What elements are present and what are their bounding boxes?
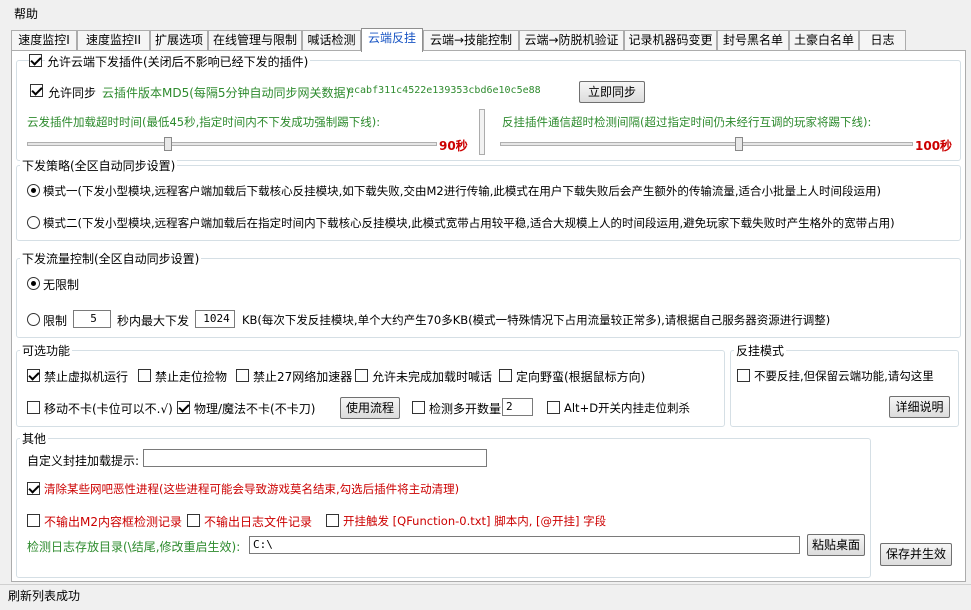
tab-cloud-anticheat[interactable]: 云端反挂 xyxy=(361,28,423,52)
slider-separator xyxy=(479,109,485,155)
comm-timeout-label: 反挂插件通信超时检测间隔(超过指定时间仍未经行互调的玩家将踢下线): xyxy=(502,115,872,129)
no-m2-log-label: 不输出M2内容框检测记录 xyxy=(44,515,182,529)
kb-input[interactable]: 1024 xyxy=(195,310,235,328)
mode2-radio[interactable] xyxy=(27,216,40,229)
tab-shout-detection[interactable]: 喊话检测 xyxy=(302,30,361,51)
no-anti-checkbox[interactable] xyxy=(737,369,750,382)
custom-prompt-input[interactable] xyxy=(143,449,487,467)
allow-sync-label: 允许同步 xyxy=(48,86,97,100)
allow-shout-label: 允许未完成加载时喊话 xyxy=(372,370,493,384)
limit-radio[interactable] xyxy=(27,313,40,326)
log-dir-label: 检测日志存放目录(\结尾,修改重启生效): xyxy=(27,540,241,554)
directed-barbarian-checkbox[interactable] xyxy=(499,369,512,382)
tab-strip: 速度监控I 速度监控II 扩展选项 在线管理与限制 喊话检测 云端反挂 云端→技… xyxy=(11,28,966,52)
directed-barbarian-label: 定向野蛮(根据鼠标方向) xyxy=(516,370,646,384)
limit-label: 限制 xyxy=(43,314,68,328)
other-title: 其他 xyxy=(20,430,49,447)
unlimited-label: 无限制 xyxy=(43,278,80,292)
kb-note: KB(每次下发反挂模块,单个大约产生70多KB(模式一特殊情况下占用流量较正常多… xyxy=(242,313,831,327)
optional-title: 可选功能 xyxy=(20,342,73,359)
tab-cloud-skill-control[interactable]: 云端→技能控制 xyxy=(423,30,519,51)
tab-ban-blacklist[interactable]: 封号黑名单 xyxy=(717,30,789,51)
tab-vip-whitelist[interactable]: 土豪白名单 xyxy=(789,30,859,51)
clear-process-checkbox[interactable] xyxy=(27,482,40,495)
sync-now-button[interactable]: 立即同步 xyxy=(579,81,645,103)
block-walk-pick-checkbox[interactable] xyxy=(138,369,151,382)
md5-value: ecabf311c4522e139353cbd6e10c5e88 xyxy=(348,85,541,96)
magic-nolag-label: 物理/魔法不卡(不卡刀) xyxy=(194,402,316,416)
no-file-log-label: 不输出日志文件记录 xyxy=(204,515,313,529)
anti-mode-title: 反挂模式 xyxy=(734,342,787,359)
no-file-log-checkbox[interactable] xyxy=(187,514,200,527)
tab-cloud-anti-offline[interactable]: 云端→防脱机验证 xyxy=(519,30,624,51)
block-vm-checkbox[interactable] xyxy=(27,369,40,382)
hook-script-label: 开挂触发 [QFunction-0.txt] 脚本内, [@开挂] 字段 xyxy=(343,514,607,528)
tab-speed-monitor-2[interactable]: 速度监控II xyxy=(77,30,150,51)
menu-help[interactable]: 帮助 xyxy=(14,5,38,22)
no-anti-label: 不要反挂,但保留云端功能,请勾这里 xyxy=(754,369,934,383)
comm-timeout-slider[interactable] xyxy=(500,137,913,151)
tab-extended-options[interactable]: 扩展选项 xyxy=(150,30,208,51)
move-nolag-checkbox[interactable] xyxy=(27,401,40,414)
load-timeout-label: 云发插件加载超时时间(最低45秒,指定时间内不下发成功强制踢下线): xyxy=(27,115,381,129)
move-nolag-label: 移动不卡(卡位可以不.√) xyxy=(44,402,173,416)
save-apply-button[interactable]: 保存并生效 xyxy=(880,543,952,566)
mode1-radio[interactable] xyxy=(27,184,40,197)
multi-open-input[interactable]: 2 xyxy=(502,398,533,416)
traffic-title: 下发流量控制(全区自动同步设置) xyxy=(20,250,202,267)
version-label: 云插件版本MD5(每隔5分钟自动同步网关数据): xyxy=(102,86,355,100)
multi-open-label: 检测多开数量 xyxy=(429,402,502,416)
comm-timeout-value: 100秒 xyxy=(915,139,953,153)
multi-open-checkbox[interactable] xyxy=(412,401,425,414)
flow-button[interactable]: 使用流程 xyxy=(340,397,400,419)
tab-panel: 允许云端下发插件(关闭后不影响已经下发的插件) 允许同步 云插件版本MD5(每隔… xyxy=(11,50,966,582)
block-net27-label: 禁止27网络加速器 xyxy=(253,370,353,384)
menu-bar: 帮助 xyxy=(0,0,971,24)
altd-checkbox[interactable] xyxy=(547,401,560,414)
strategy-title: 下发策略(全区自动同步设置) xyxy=(20,157,178,174)
hook-script-checkbox[interactable] xyxy=(326,514,339,527)
detail-button[interactable]: 详细说明 xyxy=(889,396,950,418)
mode1-label: 模式一(下发小型模块,远程客户端加载后下载核心反挂模块,如下载失败,交由M2进行… xyxy=(43,184,881,198)
block-walk-pick-label: 禁止走位捡物 xyxy=(155,370,228,384)
tab-machine-code-log[interactable]: 记录机器码变更 xyxy=(624,30,717,51)
clear-process-label: 清除某些网吧恶性进程(这些进程可能会导致游戏莫名结束,勾选后插件将主动清理) xyxy=(44,482,460,496)
per-sec-label: 秒内最大下发 xyxy=(117,314,190,328)
allow-shout-checkbox[interactable] xyxy=(355,369,368,382)
custom-prompt-label: 自定义封挂加载提示: xyxy=(27,454,140,468)
load-timeout-slider-thumb[interactable] xyxy=(164,137,172,151)
allow-cloud-label: 允许云端下发插件(关闭后不影响已经下发的插件) xyxy=(45,53,311,70)
tab-speed-monitor-1[interactable]: 速度监控I xyxy=(11,30,77,51)
block-net27-checkbox[interactable] xyxy=(236,369,249,382)
status-text: 刷新列表成功 xyxy=(8,589,81,603)
altd-label: Alt+D开关内挂走位刺杀 xyxy=(564,401,691,415)
load-timeout-slider[interactable] xyxy=(27,137,437,151)
tab-online-management[interactable]: 在线管理与限制 xyxy=(208,30,302,51)
allow-cloud-checkbox[interactable] xyxy=(29,54,42,67)
no-m2-log-checkbox[interactable] xyxy=(27,514,40,527)
magic-nolag-checkbox[interactable] xyxy=(177,401,190,414)
unlimited-radio[interactable] xyxy=(27,277,40,290)
load-timeout-value: 90秒 xyxy=(439,139,468,153)
log-dir-input[interactable]: C:\ xyxy=(249,536,800,554)
comm-timeout-slider-thumb[interactable] xyxy=(735,137,743,151)
limit-seconds-input[interactable]: 5 xyxy=(73,310,111,328)
status-bar: 刷新列表成功 xyxy=(0,584,971,610)
tab-log[interactable]: 日志 xyxy=(859,30,906,51)
block-vm-label: 禁止虚拟机运行 xyxy=(44,370,129,384)
paste-desktop-button[interactable]: 粘贴桌面 xyxy=(807,534,865,556)
mode2-label: 模式二(下发小型模块,远程客户端加载后在指定时间内下载核心反挂模块,此模式宽带占… xyxy=(43,216,895,230)
allow-sync-checkbox[interactable] xyxy=(30,84,43,97)
